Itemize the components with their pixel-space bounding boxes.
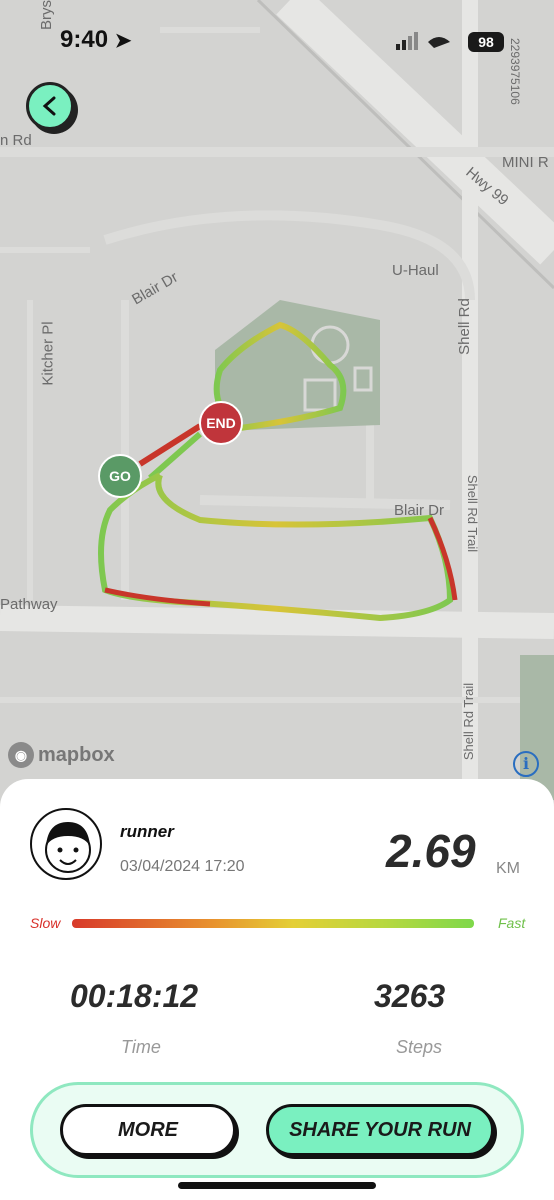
end-pin[interactable]: END: [199, 401, 243, 445]
status-icons: [394, 30, 460, 57]
avatar[interactable]: [30, 808, 102, 880]
back-button[interactable]: [26, 82, 74, 130]
map-label: Kitcher Pl: [39, 321, 57, 386]
chevron-left-icon: [42, 96, 56, 116]
distance-value: 2.69: [386, 825, 476, 877]
home-indicator[interactable]: [178, 1182, 376, 1189]
map-label: Blair Dr: [394, 502, 445, 519]
map-label: Shell Rd: [455, 298, 473, 355]
speed-slow-label: Slow: [30, 915, 61, 931]
map-label: n Rd: [0, 132, 32, 149]
route-map[interactable]: Brys n Rd MINI R Hwy 99 U-Haul Blair Dr …: [0, 0, 554, 800]
steps-label: Steps: [396, 1037, 443, 1057]
share-run-button[interactable]: SHARE YOUR RUN: [266, 1104, 494, 1156]
battery-indicator: 98: [468, 32, 504, 52]
run-datetime: 03/04/2024 17:20: [120, 858, 245, 875]
steps-value: 3263: [374, 978, 446, 1014]
status-time: 9:40 ➤: [60, 26, 131, 54]
map-label: MINI R: [502, 154, 549, 171]
info-icon[interactable]: i: [513, 751, 539, 777]
side-id-text: 2293975106: [508, 38, 522, 105]
location-arrow-icon: ➤: [114, 30, 132, 52]
distance-unit: KM: [496, 860, 520, 877]
speed-fast-label: Fast: [498, 915, 526, 931]
username: runner: [120, 822, 174, 841]
speed-gradient-bar: [72, 919, 474, 928]
mapbox-logo-icon: ◉: [8, 742, 34, 768]
map-canvas: [0, 0, 554, 800]
map-label: Shell Rd Trail: [461, 682, 477, 761]
map-label: Shell Rd Trail: [465, 474, 481, 553]
clock: 9:40: [60, 26, 109, 53]
time-label: Time: [121, 1037, 161, 1057]
map-label: Pathway: [0, 596, 58, 613]
mapbox-label: mapbox: [38, 743, 115, 766]
more-button[interactable]: MORE: [60, 1104, 236, 1156]
map-label: U-Haul: [392, 262, 439, 279]
mapbox-attribution[interactable]: ◉ mapbox: [8, 742, 115, 768]
signal-wifi-icon: [396, 32, 450, 50]
time-value: 00:18:12: [70, 978, 199, 1014]
start-pin[interactable]: GO: [98, 454, 142, 498]
map-label: Brys: [38, 0, 55, 30]
